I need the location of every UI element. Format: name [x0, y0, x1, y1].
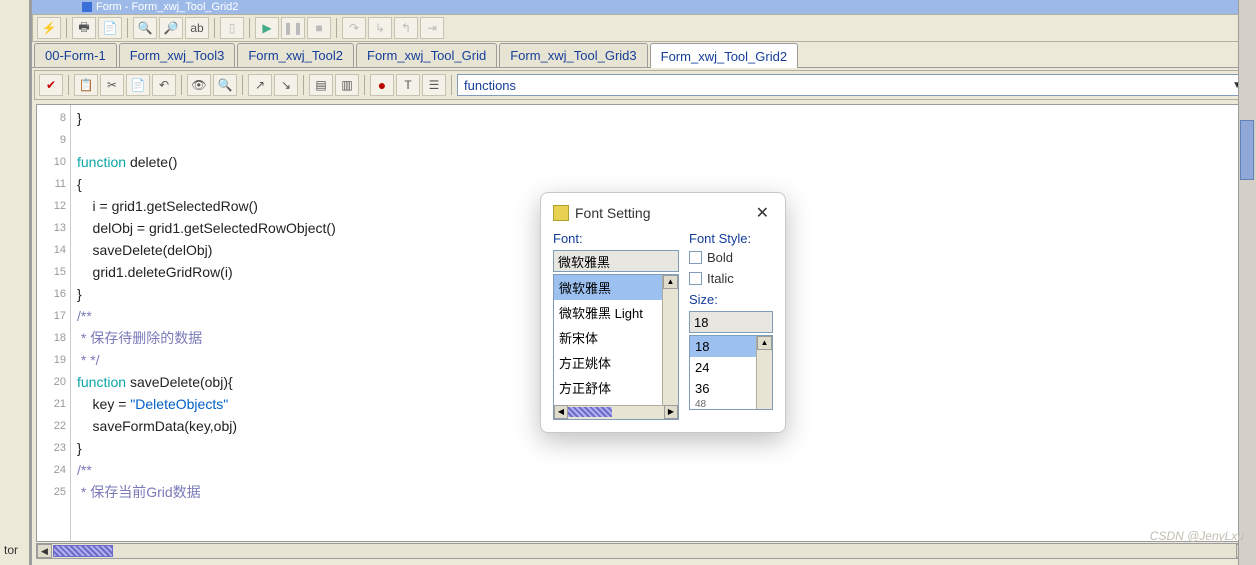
- separator: [66, 18, 67, 38]
- run-button[interactable]: ▶: [255, 17, 279, 39]
- dialog-title-text: Font Setting: [575, 205, 651, 221]
- print-button[interactable]: 🖶: [72, 17, 96, 39]
- list-button[interactable]: ☰: [422, 74, 446, 96]
- line-gutter: 8910111213141516171819202122232425: [37, 105, 71, 541]
- bold-label: Bold: [707, 250, 733, 265]
- dialog-titlebar: Font Setting ✕: [553, 203, 773, 231]
- main-toolbar: ⚡ 🖶 📄 🔍 🔎 ab ▯ ▶ ❚❚ ■ ↷ ↳ ↰ ⇥: [32, 14, 1256, 42]
- window-icon: [82, 2, 92, 12]
- scroll-up-arrow-icon[interactable]: ▲: [663, 275, 678, 289]
- stop-button[interactable]: ■: [307, 17, 331, 39]
- watermark: CSDN @JenyLxu: [1150, 529, 1244, 543]
- find-next-button[interactable]: 🔎: [159, 17, 183, 39]
- run-to-cursor-button[interactable]: ⇥: [420, 17, 444, 39]
- vertical-scrollbar-track[interactable]: [1238, 0, 1256, 565]
- left-sidebar: tor: [0, 0, 30, 565]
- print-preview-button[interactable]: 📄: [98, 17, 122, 39]
- sidebar-label: tor: [4, 543, 18, 557]
- copy-button[interactable]: 📋: [74, 74, 98, 96]
- window-title-text: Form - Form_xwj_Tool_Grid2: [96, 1, 238, 13]
- file-tab[interactable]: Form_xwj_Tool_Grid: [356, 43, 497, 67]
- separator: [451, 75, 452, 95]
- editor-toolbar: ✔ 📋 ✂ 📄 ↶ 👁 🔍 ↗ ↘ ▤ ▥ ● T ☰ functions ▼: [34, 70, 1254, 100]
- separator: [303, 75, 304, 95]
- italic-label: Italic: [707, 271, 734, 286]
- font-list-hscrollbar[interactable]: ◀ ▶: [554, 405, 678, 419]
- bookmark-button[interactable]: ▯: [220, 17, 244, 39]
- file-tab[interactable]: Form_xwj_Tool_Grid2: [650, 43, 798, 68]
- font-input[interactable]: 微软雅黑: [553, 250, 679, 272]
- font-option[interactable]: 方正姚体: [554, 350, 678, 375]
- file-tabs: 00-Form-1Form_xwj_Tool3Form_xwj_Tool2For…: [32, 42, 1256, 68]
- scroll-thumb[interactable]: [568, 407, 612, 417]
- execute-button[interactable]: ⚡: [37, 17, 61, 39]
- font-label: Font:: [553, 231, 679, 246]
- replace-button[interactable]: ab: [185, 17, 209, 39]
- font-option[interactable]: 新宋体: [554, 325, 678, 350]
- check-syntax-button[interactable]: ✔: [39, 74, 63, 96]
- horizontal-scrollbar[interactable]: ◀ ▶: [36, 543, 1252, 559]
- size-input[interactable]: 18: [689, 311, 773, 333]
- vertical-scrollbar-thumb[interactable]: [1240, 120, 1254, 180]
- separator: [364, 75, 365, 95]
- step-into-button[interactable]: ↳: [368, 17, 392, 39]
- separator: [127, 18, 128, 38]
- font-option[interactable]: 微软雅黑: [554, 275, 678, 300]
- indent-button[interactable]: ▤: [309, 74, 333, 96]
- cut-button[interactable]: ✂: [100, 74, 124, 96]
- scroll-left-arrow-icon[interactable]: ◀: [37, 544, 52, 558]
- scroll-right-arrow-icon[interactable]: ▶: [664, 405, 678, 419]
- font-style-label: Font Style:: [689, 231, 773, 246]
- font-list[interactable]: 微软雅黑微软雅黑 Light新宋体方正姚体方正舒体楷体等线 ▲ ◀ ▶: [553, 274, 679, 420]
- file-tab[interactable]: Form_xwj_Tool2: [237, 43, 354, 67]
- italic-checkbox[interactable]: Italic: [689, 271, 773, 286]
- pause-button[interactable]: ❚❚: [281, 17, 305, 39]
- find-button[interactable]: 🔍: [133, 17, 157, 39]
- separator: [249, 18, 250, 38]
- function-selector[interactable]: functions ▼: [457, 74, 1249, 96]
- scroll-left-arrow-icon[interactable]: ◀: [554, 405, 568, 419]
- scroll-thumb[interactable]: [53, 545, 113, 557]
- bold-checkbox[interactable]: Bold: [689, 250, 773, 265]
- font-option[interactable]: 方正舒体: [554, 375, 678, 400]
- step-out-button[interactable]: ↰: [394, 17, 418, 39]
- dialog-icon: [553, 205, 569, 221]
- checkbox-icon: [689, 272, 702, 285]
- size-list-scrollbar[interactable]: ▲: [756, 336, 772, 409]
- font-button[interactable]: T: [396, 74, 420, 96]
- function-selector-value: functions: [464, 78, 516, 93]
- collapse-button[interactable]: ↗: [248, 74, 272, 96]
- size-list[interactable]: 18243648 ▲: [689, 335, 773, 410]
- paste-button[interactable]: 📄: [126, 74, 150, 96]
- scroll-up-arrow-icon[interactable]: ▲: [757, 336, 772, 350]
- object-browser-button[interactable]: 👁: [187, 74, 211, 96]
- undo-button[interactable]: ↶: [152, 74, 176, 96]
- window-title-bar: Form - Form_xwj_Tool_Grid2: [32, 0, 1256, 14]
- font-list-scrollbar[interactable]: ▲: [662, 275, 678, 419]
- file-tab[interactable]: Form_xwj_Tool_Grid3: [499, 43, 647, 67]
- outdent-button[interactable]: ▥: [335, 74, 359, 96]
- font-setting-dialog: Font Setting ✕ Font: 微软雅黑 微软雅黑微软雅黑 Light…: [540, 192, 786, 433]
- file-tab[interactable]: 00-Form-1: [34, 43, 117, 67]
- separator: [181, 75, 182, 95]
- separator: [242, 75, 243, 95]
- expand-button[interactable]: ↘: [274, 74, 298, 96]
- step-over-button[interactable]: ↷: [342, 17, 366, 39]
- separator: [68, 75, 69, 95]
- size-label: Size:: [689, 292, 773, 307]
- breakpoint-button[interactable]: ●: [370, 74, 394, 96]
- font-option[interactable]: 微软雅黑 Light: [554, 300, 678, 325]
- separator: [214, 18, 215, 38]
- checkbox-icon: [689, 251, 702, 264]
- find-object-button[interactable]: 🔍: [213, 74, 237, 96]
- separator: [336, 18, 337, 38]
- file-tab[interactable]: Form_xwj_Tool3: [119, 43, 236, 67]
- close-button[interactable]: ✕: [752, 203, 773, 223]
